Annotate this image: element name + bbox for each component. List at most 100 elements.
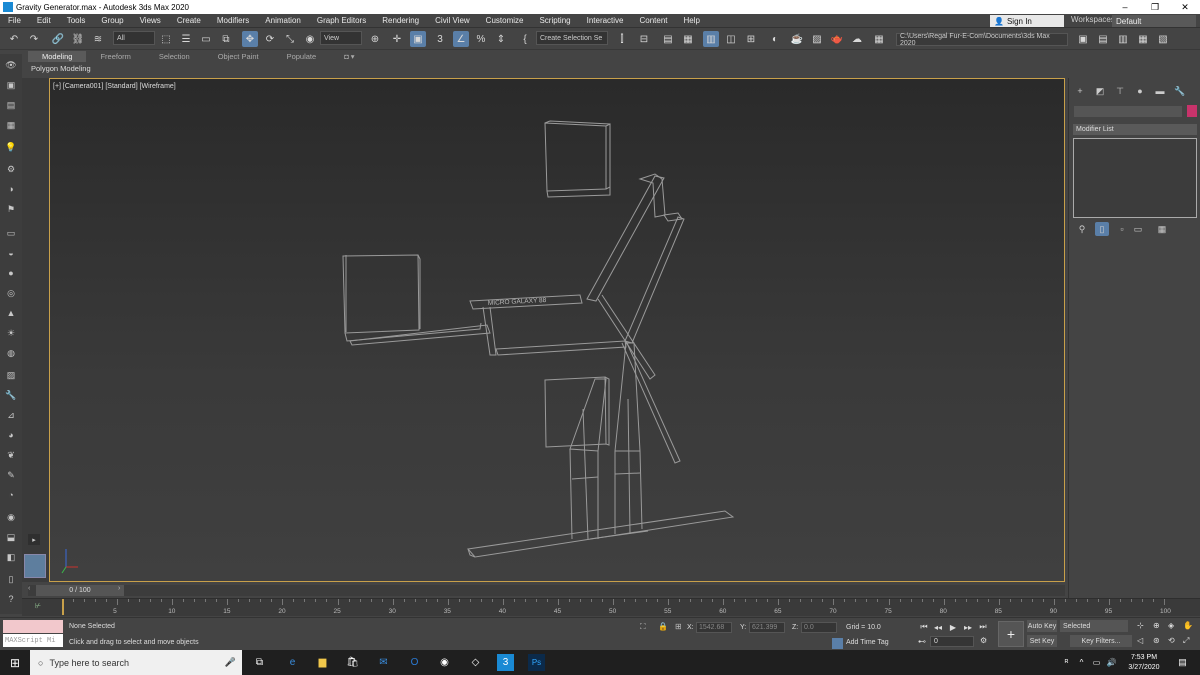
toolbar-extra-icon-3[interactable]: ▦	[1135, 31, 1151, 47]
rectangular-selection-icon[interactable]: ▭	[198, 31, 214, 47]
taskbar-clock[interactable]: 7:53 PM 3/27/2020	[1124, 653, 1164, 673]
window-crossing-icon[interactable]: ⧉	[218, 31, 234, 47]
schematic-view-icon[interactable]: ⊞	[743, 31, 759, 47]
hierarchy-tab-icon[interactable]: ⊤	[1113, 84, 1127, 98]
menu-rendering[interactable]: Rendering	[374, 16, 427, 25]
tab-selection[interactable]: Selection	[145, 51, 204, 62]
ribbon-polygon-modeling-label[interactable]: Polygon Modeling	[31, 64, 91, 73]
3dsmax-taskbar-icon[interactable]: 3	[497, 654, 514, 671]
light-icon[interactable]: 💡	[3, 140, 19, 154]
absolute-mode-icon[interactable]: ⊞	[675, 622, 682, 631]
selection-lock-icon[interactable]: 🔒	[658, 622, 668, 631]
set-keys-button[interactable]: +	[998, 621, 1024, 647]
field-of-view-icon[interactable]: ◈	[1168, 621, 1174, 630]
tab-freeform[interactable]: Freeform	[86, 51, 144, 62]
prev-frame-icon[interactable]: ◂◂	[932, 621, 944, 633]
tab-populate[interactable]: Populate	[273, 51, 331, 62]
menu-modifiers[interactable]: Modifiers	[209, 16, 257, 25]
add-time-tag-button[interactable]: Add Time Tag	[846, 639, 889, 646]
modifier-stack[interactable]	[1073, 138, 1197, 218]
show-end-result-icon[interactable]: ▯	[1095, 222, 1109, 236]
keyboard-shortcut-override-icon[interactable]: ▣	[410, 31, 426, 47]
named-selection-sets-dropdown[interactable]: Create Selection Se	[536, 31, 608, 45]
z-coordinate-field[interactable]: 0.0	[801, 622, 837, 633]
torus-icon[interactable]: ◎	[3, 286, 19, 300]
volume-icon[interactable]: 🔊	[1103, 654, 1120, 671]
select-and-scale-icon[interactable]: ⤡	[282, 31, 298, 47]
menu-animation[interactable]: Animation	[257, 16, 309, 25]
notifications-icon[interactable]: ▤	[1174, 654, 1191, 671]
tab-object-paint[interactable]: Object Paint	[204, 51, 273, 62]
undo-icon[interactable]: ↶	[6, 31, 22, 47]
project-path-field[interactable]: C:\Users\Regal Fur-E-Com\Documents\3ds M…	[896, 33, 1068, 47]
ribbon-options-icon[interactable]: ◘ ▾	[330, 51, 368, 62]
chrome-icon[interactable]: ◉	[436, 654, 453, 671]
measure-icon[interactable]: ⊿	[3, 408, 19, 422]
goto-start-icon[interactable]: ⏮	[918, 621, 930, 633]
pin-stack-icon[interactable]: ⚲	[1075, 222, 1089, 236]
snaps-toggle-icon[interactable]: 3	[432, 31, 448, 47]
zoom-extents-icon[interactable]: ⊹	[1137, 621, 1144, 630]
box-icon[interactable]: ▭	[3, 226, 19, 240]
edge-browser-icon[interactable]: e	[284, 654, 301, 671]
angle-snap-icon[interactable]: ∠	[453, 31, 469, 47]
time-configuration-icon[interactable]: ⚙	[980, 636, 987, 645]
time-prev-arrow-icon[interactable]: ‹	[28, 585, 36, 596]
wrench-icon[interactable]: 🔧	[3, 388, 19, 402]
3dsmax-launcher-icon[interactable]: ◇	[467, 654, 484, 671]
outlook-icon[interactable]: O	[406, 654, 423, 671]
toolbar-extra-icon-2[interactable]: ▥	[1115, 31, 1131, 47]
key-filters-button[interactable]: Key Filters...	[1070, 635, 1132, 647]
orbit-icon[interactable]: ◁	[1137, 636, 1143, 645]
time-slider-handle[interactable]: 0 / 100	[36, 585, 124, 596]
configure-modifier-sets-icon[interactable]: ▦	[1155, 222, 1169, 236]
viewport-layout-thumbnail[interactable]	[24, 554, 46, 578]
reference-coordinate-dropdown[interactable]: View	[320, 31, 362, 45]
layer-icon[interactable]: ▤	[3, 98, 19, 112]
walkthrough-icon[interactable]: ⊛	[1153, 636, 1160, 645]
workspaces-dropdown[interactable]: Default	[1112, 15, 1196, 27]
track-bar[interactable]: ⊬ 5 10 15 20 25 30 35 40 45 50 55 60 65 70 75 80 85 90 95 1…	[22, 598, 1200, 616]
menu-content[interactable]: Content	[632, 16, 676, 25]
align-icon[interactable]: ⊟	[636, 31, 652, 47]
camera-viewport[interactable]: [+] [Camera001] [Standard] [Wireframe] M…	[49, 78, 1065, 582]
toolbar-extra-icon-4[interactable]: ▧	[1155, 31, 1171, 47]
arc-rotate-icon[interactable]: ⟲	[1168, 636, 1175, 645]
mail-icon[interactable]: ✉	[375, 654, 392, 671]
menu-views[interactable]: Views	[132, 16, 169, 25]
sphere-icon[interactable]: ●	[3, 266, 19, 280]
sun-icon[interactable]: ☀	[3, 326, 19, 340]
modifier-list-dropdown[interactable]: Modifier List	[1073, 124, 1197, 135]
color-icon[interactable]: ◧	[3, 550, 19, 564]
teapot-icon[interactable]: ◍	[3, 346, 19, 360]
time-next-arrow-icon[interactable]: ›	[118, 585, 126, 596]
microphone-icon[interactable]: 🎤	[225, 657, 236, 668]
task-view-icon[interactable]: ⧉	[251, 654, 268, 671]
menu-group[interactable]: Group	[93, 16, 131, 25]
create-eye-icon[interactable]: 👁	[3, 58, 19, 72]
select-and-move-icon[interactable]: ✥	[242, 31, 258, 47]
helper-icon[interactable]: ⚙	[3, 162, 19, 176]
set-key-button[interactable]: Set Key	[1027, 635, 1057, 647]
render-setup-icon[interactable]: ☕	[789, 31, 805, 47]
create-tab-icon[interactable]: +	[1073, 84, 1087, 98]
maxscript-mini-listener[interactable]: MAXScript Mi	[3, 634, 63, 647]
curve-editor-icon[interactable]: ◫	[723, 31, 739, 47]
display-tab-icon[interactable]: ▬	[1153, 84, 1167, 98]
taskbar-search-box[interactable]: ○ Type here to search 🎤	[30, 650, 242, 675]
spacewarp-icon[interactable]: ◑	[3, 182, 19, 196]
time-tag-icon[interactable]	[832, 638, 843, 649]
play-icon[interactable]: ▶	[947, 621, 959, 633]
render-in-cloud-icon[interactable]: ☁	[849, 31, 865, 47]
pivot-center-icon[interactable]: ⊕	[367, 31, 383, 47]
bone-icon[interactable]: ✎	[3, 468, 19, 482]
x-coordinate-field[interactable]: 1542.68	[696, 622, 732, 633]
spinner-snap-icon[interactable]: ⇕	[493, 31, 509, 47]
select-object-icon[interactable]: ⬚	[158, 31, 174, 47]
layer-explorer-icon[interactable]: ▦	[680, 31, 696, 47]
motion-tab-icon[interactable]: ●	[1133, 84, 1147, 98]
systems-icon[interactable]: ⚑	[3, 202, 19, 216]
select-and-rotate-icon[interactable]: ⟳	[262, 31, 278, 47]
hair-icon[interactable]: ◔	[3, 488, 19, 502]
menu-civil-view[interactable]: Civil View	[427, 16, 478, 25]
